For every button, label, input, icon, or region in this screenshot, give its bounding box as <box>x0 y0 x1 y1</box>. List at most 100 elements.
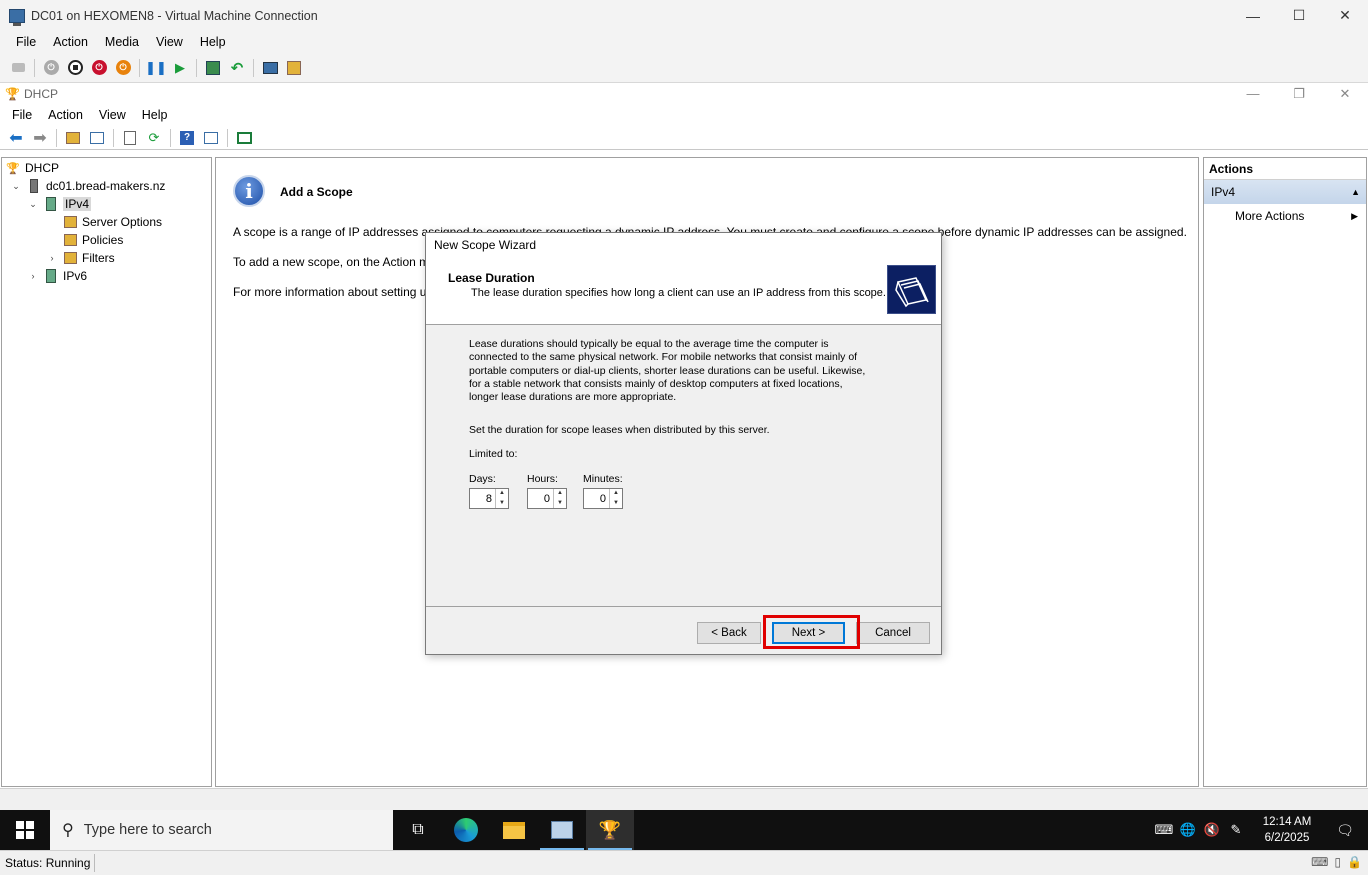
show-hide-action-pane-icon[interactable] <box>201 129 221 147</box>
minutes-value[interactable]: 0 <box>584 493 609 505</box>
spin-up-icon[interactable]: ▲ <box>496 489 508 499</box>
show-hide-tree-icon[interactable] <box>87 129 107 147</box>
tree-item-filters[interactable]: › Filters <box>46 249 115 267</box>
server-manager-button[interactable] <box>538 810 586 850</box>
minutes-label: Minutes: <box>583 473 623 485</box>
clock-time: 12:14 AM <box>1262 816 1312 828</box>
days-label: Days: <box>469 473 496 485</box>
tree-item-dhcp[interactable]: 🏆 DHCP <box>5 159 59 177</box>
menu-help[interactable]: Help <box>192 35 235 49</box>
start-icon[interactable]: ⏻ <box>42 59 60 77</box>
back-button[interactable]: < Back <box>697 622 761 644</box>
dhcp-app-icon: 🏆 <box>5 86 20 101</box>
minimize-button[interactable]: — <box>1230 0 1276 31</box>
hours-spinner[interactable]: 0 ▲ ▼ <box>527 488 567 509</box>
menu-action[interactable]: Action <box>45 35 97 49</box>
menu-file[interactable]: File <box>8 35 45 49</box>
days-value[interactable]: 8 <box>470 493 495 505</box>
wizard-title: New Scope Wizard <box>426 233 941 257</box>
tree-item-ipv4[interactable]: ⌄ IPv4 <box>27 195 92 213</box>
more-info-text: For more information about setting u <box>233 285 427 299</box>
tree-item-server-options[interactable]: Server Options <box>62 213 162 231</box>
dhcp-menu-view[interactable]: View <box>91 108 134 122</box>
dhcp-menu-help[interactable]: Help <box>134 108 176 122</box>
days-spinner[interactable]: 8 ▲ ▼ <box>469 488 509 509</box>
lease-description: Lease durations should typically be equa… <box>469 338 866 404</box>
lock-status-icon: 🔒 <box>1347 855 1362 869</box>
mouse-status-icon: ▯ <box>1334 855 1342 869</box>
forward-icon[interactable]: ➡ <box>30 129 50 147</box>
start-button[interactable] <box>0 810 50 850</box>
pause-icon[interactable]: ❚❚ <box>145 59 167 77</box>
properties-icon[interactable] <box>120 129 140 147</box>
minutes-spinner[interactable]: 0 ▲ ▼ <box>583 488 623 509</box>
turn-off-icon[interactable] <box>66 59 84 77</box>
maximize-button[interactable]: ☐ <box>1276 0 1322 31</box>
expand-chevron-icon[interactable]: ⌄ <box>10 181 22 192</box>
display-statistics-icon[interactable] <box>234 129 254 147</box>
wizard-separator <box>426 606 941 607</box>
dhcp-menu-file[interactable]: File <box>4 108 40 122</box>
clock-date: 6/2/2025 <box>1264 832 1310 844</box>
task-view-button[interactable]: ⧉ <box>394 810 442 850</box>
spin-up-icon[interactable]: ▲ <box>554 489 566 499</box>
checkpoint-icon[interactable] <box>204 59 222 77</box>
volume-muted-icon[interactable]: 🔇 <box>1200 822 1224 838</box>
refresh-icon[interactable]: ⟳ <box>144 129 164 147</box>
keyboard-icon[interactable]: ⌨ <box>1152 822 1176 838</box>
spin-down-icon[interactable]: ▼ <box>610 499 622 509</box>
vm-menu-bar: File Action Media View Help <box>0 31 1368 53</box>
hours-value[interactable]: 0 <box>528 493 553 505</box>
edge-icon <box>454 818 478 842</box>
save-state-icon[interactable]: ⏻ <box>114 59 132 77</box>
expand-chevron-icon[interactable]: › <box>27 271 39 281</box>
expand-chevron-icon[interactable]: › <box>46 253 58 263</box>
wizard-folders-icon <box>887 265 936 314</box>
search-placeholder: Type here to search <box>83 822 212 838</box>
spin-up-icon[interactable]: ▲ <box>610 489 622 499</box>
clock[interactable]: 12:14 AM 6/2/2025 <box>1252 814 1322 846</box>
dhcp-restore-button[interactable]: ❐ <box>1276 83 1322 104</box>
notification-icon[interactable]: 🗨 <box>1322 822 1368 839</box>
dhcp-taskbar-button[interactable]: 🏆 <box>586 810 634 850</box>
wizard-heading: Lease Duration <box>448 271 535 285</box>
pen-icon[interactable]: ✎ <box>1224 822 1248 838</box>
close-button[interactable]: ✕ <box>1322 0 1368 31</box>
resume-icon[interactable]: ▶ <box>171 59 189 77</box>
tree-item-server[interactable]: ⌄ dc01.bread-makers.nz <box>10 177 165 195</box>
actions-header: Actions <box>1204 158 1366 180</box>
folder-icon <box>503 821 525 839</box>
shutdown-icon[interactable]: ⏻ <box>90 59 108 77</box>
expand-chevron-icon[interactable]: ⌄ <box>27 199 39 210</box>
dhcp-minimize-button[interactable]: — <box>1230 83 1276 104</box>
spin-down-icon[interactable]: ▼ <box>496 499 508 509</box>
help-icon[interactable]: ? <box>177 129 197 147</box>
vm-status-text: Status: Running <box>0 854 96 872</box>
file-explorer-button[interactable] <box>490 810 538 850</box>
taskbar-search[interactable]: ⚲ Type here to search <box>50 810 393 850</box>
more-actions[interactable]: More Actions ▶ <box>1204 204 1366 228</box>
menu-media[interactable]: Media <box>97 35 148 49</box>
vm-status-bar: Status: Running ⌨ ▯ 🔒 <box>0 850 1368 875</box>
back-icon[interactable]: ⬅ <box>6 129 26 147</box>
next-button[interactable]: Next > <box>772 622 845 644</box>
tree-item-ipv6[interactable]: › IPv6 <box>27 267 87 285</box>
actions-section-ipv4[interactable]: IPv4 ▲ <box>1204 180 1366 204</box>
spin-down-icon[interactable]: ▼ <box>554 499 566 509</box>
collapse-triangle-icon[interactable]: ▲ <box>1351 187 1360 197</box>
ctrl-alt-del-icon[interactable] <box>9 59 27 77</box>
wizard-body: Lease durations should typically be equa… <box>426 326 941 607</box>
tree-item-policies[interactable]: Policies <box>62 231 123 249</box>
dhcp-window-title: DHCP <box>24 86 59 101</box>
share-icon[interactable] <box>285 59 303 77</box>
edge-button[interactable] <box>442 810 490 850</box>
policies-icon <box>62 232 78 248</box>
dhcp-menu-action[interactable]: Action <box>40 108 91 122</box>
dhcp-close-button[interactable]: ✕ <box>1322 83 1368 104</box>
cancel-button[interactable]: Cancel <box>856 622 930 644</box>
revert-icon[interactable]: ↶ <box>228 59 246 77</box>
enhanced-session-icon[interactable] <box>261 59 279 77</box>
menu-view[interactable]: View <box>148 35 192 49</box>
network-icon[interactable]: 🌐 <box>1176 822 1200 838</box>
up-folder-icon[interactable] <box>63 129 83 147</box>
